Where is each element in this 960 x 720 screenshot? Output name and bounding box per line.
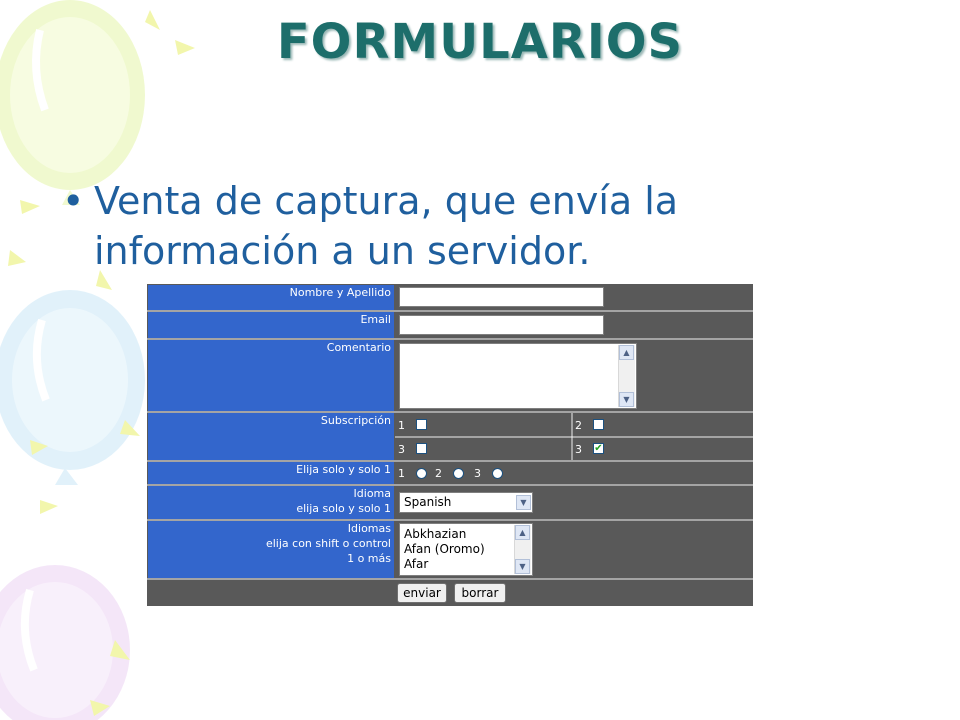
languages-list-item[interactable]: Abkhazian (404, 527, 466, 542)
subscription-option-label: 2 (575, 419, 582, 432)
languages-multiselect[interactable]: Abkhazian Afan (Oromo) Afar ▲ ▼ (399, 523, 533, 576)
comment-textarea[interactable]: ▲ ▼ (399, 343, 637, 409)
languages-list-item[interactable]: Afan (Oromo) (404, 542, 485, 557)
language-select[interactable]: Spanish ▼ (399, 492, 533, 513)
reset-button[interactable]: borrar (454, 583, 506, 603)
row-divider (147, 578, 753, 580)
languages-label: Idiomas elija con shift o control 1 o má… (148, 521, 394, 578)
subscription-option-label: 3 (398, 443, 405, 456)
subscription-checkbox-3a[interactable] (416, 443, 427, 454)
radio-option-label: 1 (398, 467, 405, 480)
languages-list-item[interactable]: Afar (404, 557, 428, 572)
bullet-marker: • (62, 179, 85, 223)
languages-label-line: elija con shift o control (265, 537, 391, 550)
radio-option-1[interactable] (416, 468, 427, 479)
language-label: Idioma elija solo y solo 1 (148, 486, 394, 519)
scroll-up-icon[interactable]: ▲ (619, 345, 634, 360)
comment-scrollbar[interactable]: ▲ ▼ (618, 345, 635, 407)
bullet-text: Venta de captura, que envía la informaci… (94, 179, 679, 273)
scroll-up-icon[interactable]: ▲ (515, 525, 530, 540)
subscription-checkbox-2[interactable] (593, 419, 604, 430)
radio-label: Elija solo y solo 1 (148, 462, 394, 484)
scroll-down-icon[interactable]: ▼ (515, 559, 530, 574)
email-input[interactable] (399, 315, 604, 335)
row-divider (395, 436, 753, 438)
chevron-down-icon[interactable]: ▼ (516, 495, 531, 510)
subscription-checkbox-1[interactable] (416, 419, 427, 430)
name-input[interactable] (399, 287, 604, 307)
email-label: Email (148, 312, 394, 338)
language-label-line: Idioma (353, 487, 391, 500)
languages-label-line: 1 o más (347, 552, 391, 565)
scroll-down-icon[interactable]: ▼ (619, 392, 634, 407)
comment-label: Comentario (148, 340, 394, 411)
subscription-option-label: 1 (398, 419, 405, 432)
radio-option-3[interactable] (492, 468, 503, 479)
subscription-option-label: 3 (575, 443, 582, 456)
language-label-line: elija solo y solo 1 (296, 502, 391, 515)
slide-title: FORMULARIOS (276, 14, 684, 70)
radio-option-label: 2 (435, 467, 442, 480)
languages-scrollbar[interactable]: ▲ ▼ (514, 525, 531, 574)
subscription-checkbox-3b[interactable]: ✔ (593, 443, 604, 454)
name-label: Nombre y Apellido (148, 285, 394, 310)
language-selected-value: Spanish (404, 495, 452, 509)
radio-option-label: 3 (474, 467, 481, 480)
radio-option-2[interactable] (453, 468, 464, 479)
subscription-label: Subscripción (148, 413, 394, 460)
submit-button[interactable]: enviar (397, 583, 447, 603)
languages-label-line: Idiomas (347, 522, 391, 535)
web-form: Nombre y Apellido Email Comentario ▲ ▼ S… (147, 284, 753, 606)
